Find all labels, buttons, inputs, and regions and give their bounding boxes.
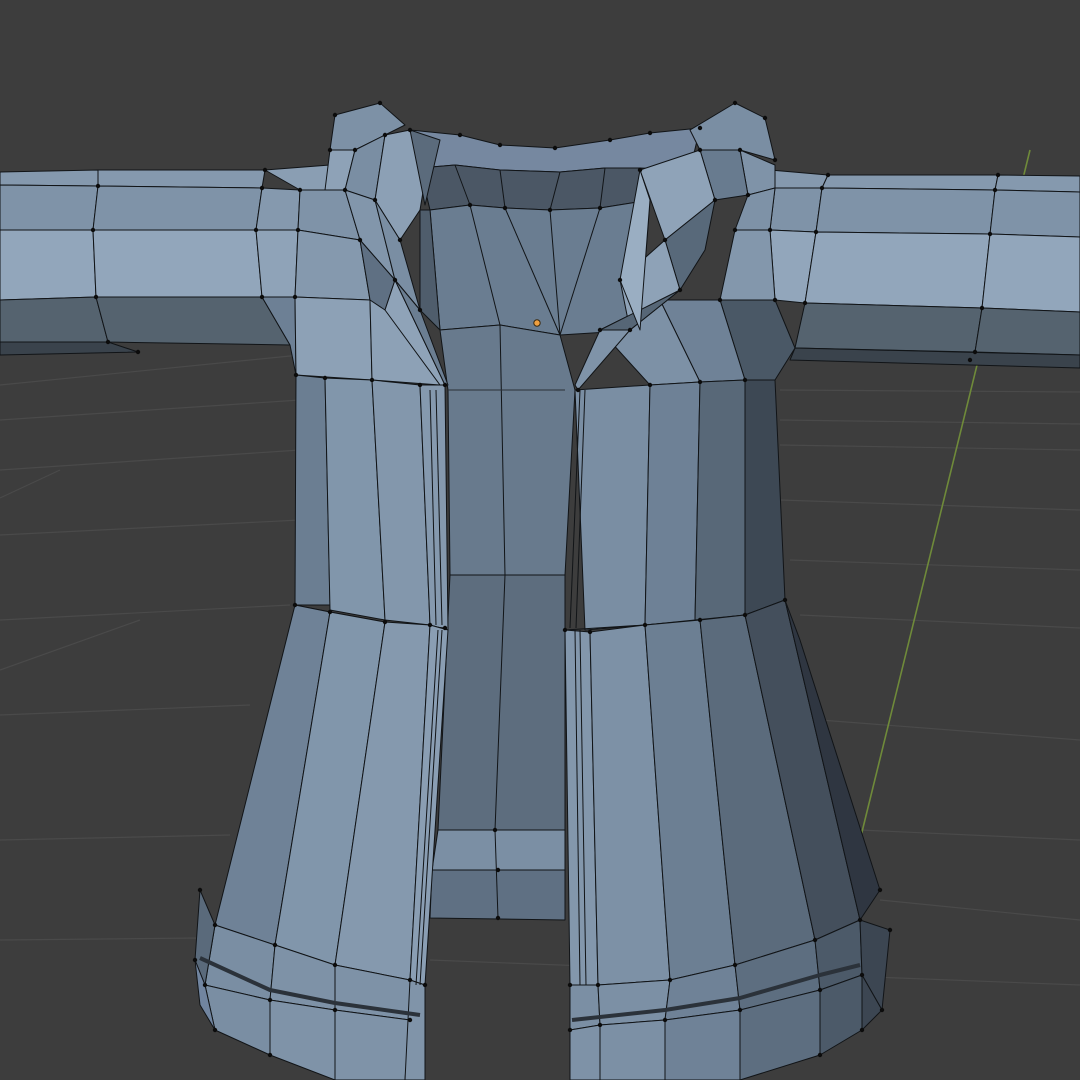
object-origin[interactable] [533, 319, 541, 327]
3d-viewport[interactable] [0, 0, 1080, 1080]
right-sleeve [769, 169, 1080, 369]
coat-mesh[interactable] [0, 102, 1080, 1080]
left-skirt [194, 604, 449, 1080]
left-front-upper [255, 164, 449, 631]
left-sleeve [0, 169, 291, 356]
right-skirt [564, 599, 891, 1080]
